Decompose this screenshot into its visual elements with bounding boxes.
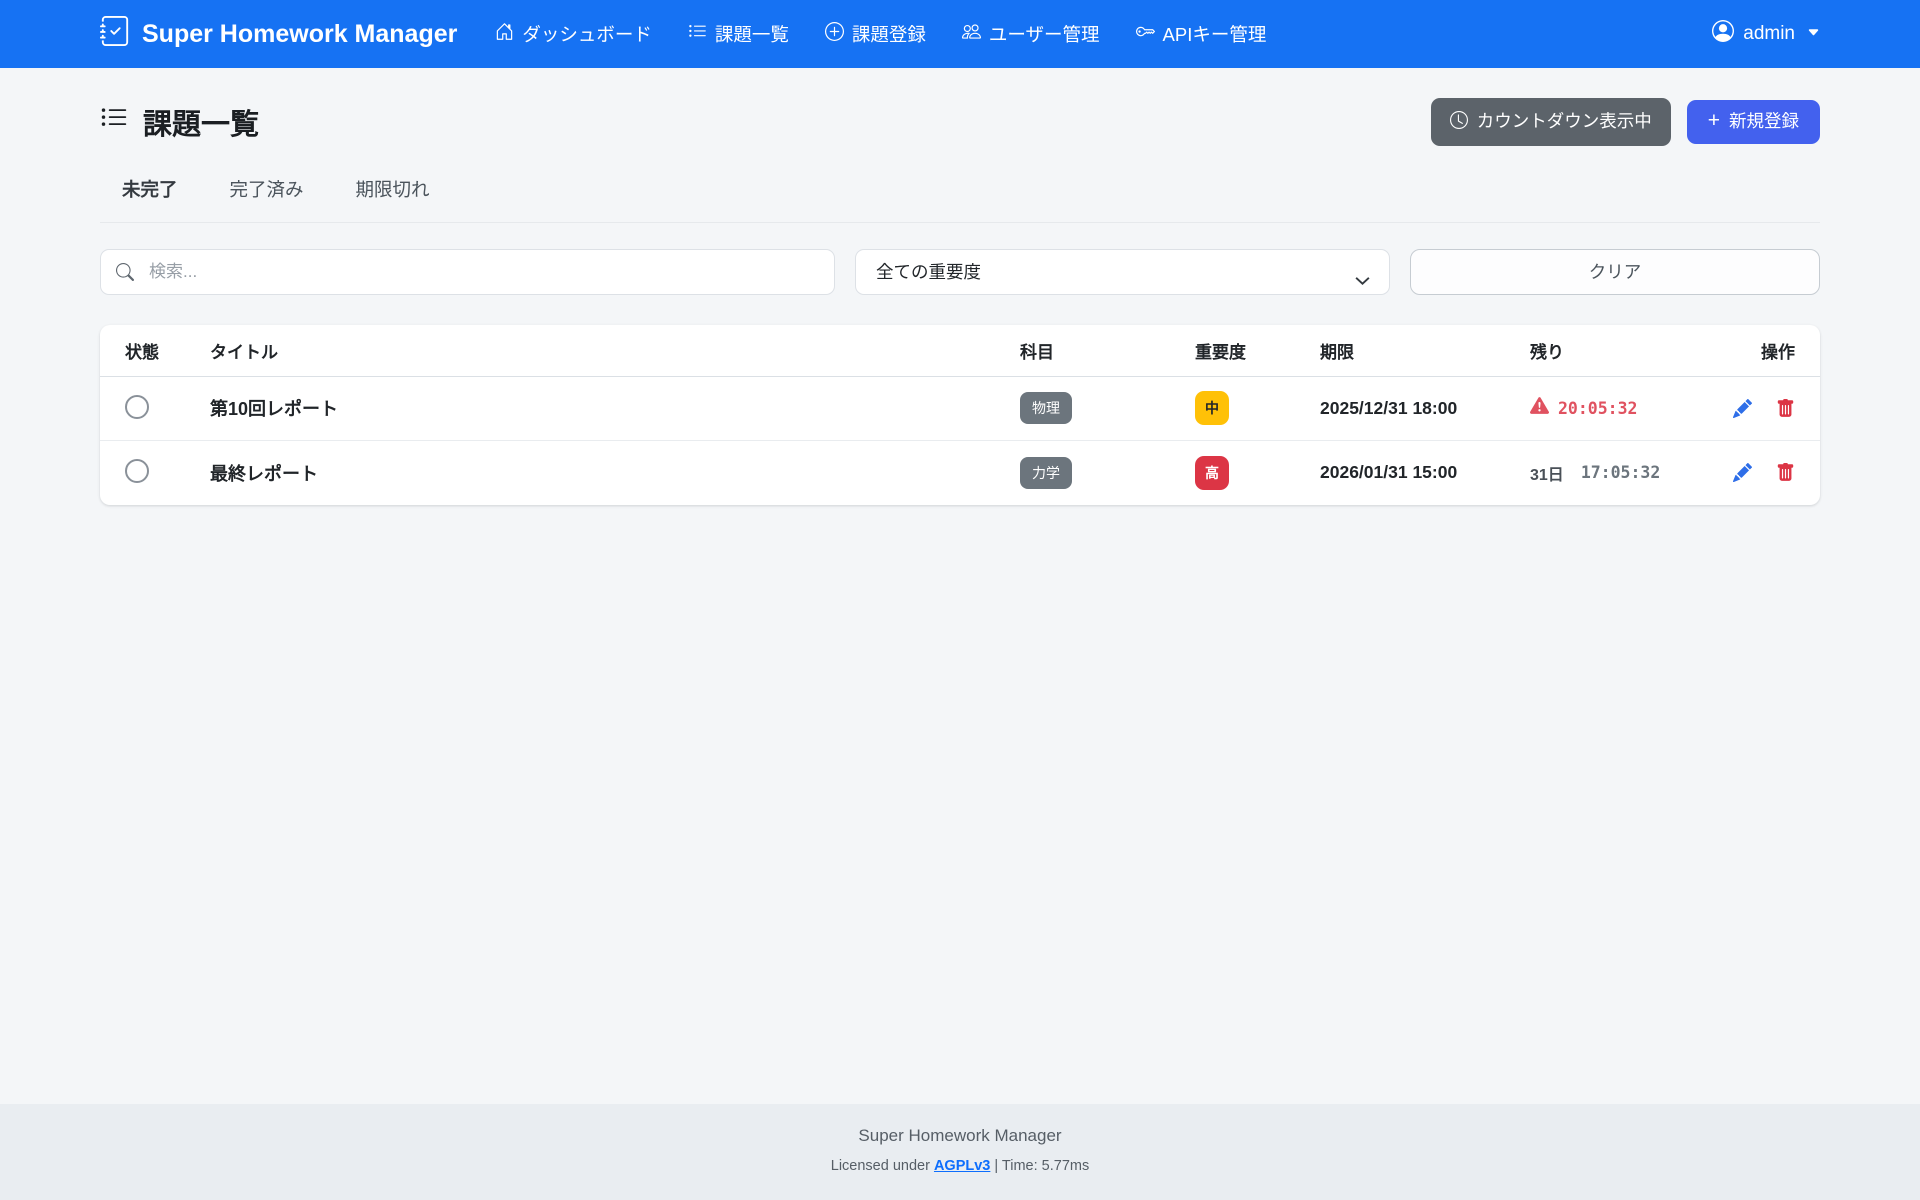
- license-link[interactable]: AGPLv3: [934, 1158, 990, 1174]
- person-circle-icon: [1712, 20, 1734, 48]
- tab-completed[interactable]: 完了済み: [230, 176, 304, 202]
- pencil-icon: [1733, 470, 1752, 485]
- search-input[interactable]: [100, 249, 835, 295]
- countdown-toggle-label: カウントダウン表示中: [1477, 113, 1652, 131]
- task-title: 最終レポート: [210, 460, 1020, 486]
- footer-title: Super Homework Manager: [0, 1126, 1920, 1146]
- column-actions: 操作: [1705, 325, 1795, 376]
- column-subject: 科目: [1020, 325, 1195, 376]
- filter-bar: 全ての重要度 クリア: [100, 249, 1820, 295]
- complete-toggle[interactable]: [125, 395, 149, 419]
- nav-label: APIキー管理: [1163, 21, 1267, 47]
- key-icon: [1136, 22, 1155, 46]
- nav-dashboard[interactable]: ダッシュボード: [495, 21, 652, 47]
- task-table: 状態 タイトル 科目 重要度 期限 残り 操作 第10回レポート 物理 中 20…: [100, 325, 1820, 505]
- column-status: 状態: [125, 325, 210, 376]
- complete-toggle[interactable]: [125, 459, 149, 483]
- pencil-icon: [1733, 406, 1752, 421]
- tab-overdue[interactable]: 期限切れ: [356, 176, 430, 202]
- table-header-row: 状態 タイトル 科目 重要度 期限 残り 操作: [100, 325, 1820, 377]
- journal-check-icon: [100, 16, 130, 53]
- remaining-cell: 31日 17:05:32: [1530, 461, 1705, 485]
- caret-down-icon: [1804, 23, 1820, 45]
- trash-icon: [1776, 470, 1795, 485]
- remaining-days: 31日: [1530, 461, 1564, 485]
- house-icon: [495, 22, 514, 46]
- table-row: 第10回レポート 物理 中 2025/12/31 18:00 20:05:32: [100, 377, 1820, 441]
- nav-label: 課題一覧: [715, 21, 789, 47]
- clock-icon: [1450, 111, 1468, 133]
- importance-badge: 中: [1195, 391, 1229, 425]
- brand[interactable]: Super Homework Manager: [100, 16, 457, 53]
- column-due: 期限: [1320, 325, 1530, 376]
- brand-title: Super Homework Manager: [142, 20, 457, 49]
- nav-api-key-management[interactable]: APIキー管理: [1136, 21, 1267, 47]
- user-name: admin: [1743, 23, 1795, 45]
- new-task-button[interactable]: + 新規登録: [1687, 100, 1820, 144]
- nav-task-register[interactable]: 課題登録: [825, 21, 926, 47]
- nav-label: 課題登録: [852, 21, 926, 47]
- clear-filter-button[interactable]: クリア: [1410, 249, 1820, 295]
- new-task-label: 新規登録: [1729, 113, 1799, 131]
- page-title-text: 課題一覧: [143, 101, 259, 143]
- nav-label: ダッシュボード: [522, 21, 652, 47]
- importance-select[interactable]: 全ての重要度: [855, 249, 1390, 295]
- plus-circle-icon: [825, 22, 844, 46]
- nav-task-list[interactable]: 課題一覧: [688, 21, 789, 47]
- license-suffix: | Time: 5.77ms: [990, 1158, 1089, 1174]
- plus-icon: +: [1708, 113, 1720, 130]
- delete-button[interactable]: [1776, 399, 1795, 418]
- remaining-time: 20:05:32: [1558, 399, 1637, 418]
- due-date: 2026/01/31 15:00: [1320, 462, 1530, 483]
- page-title: 課題一覧: [100, 101, 259, 143]
- trash-icon: [1776, 406, 1795, 421]
- importance-select-value: 全ての重要度: [876, 259, 981, 284]
- edit-button[interactable]: [1733, 463, 1752, 482]
- license-prefix: Licensed under: [831, 1158, 934, 1174]
- subject-badge: 物理: [1020, 392, 1072, 424]
- people-icon: [962, 22, 981, 46]
- user-menu[interactable]: admin: [1712, 20, 1820, 48]
- remaining-time: 17:05:32: [1581, 463, 1660, 482]
- edit-button[interactable]: [1733, 399, 1752, 418]
- remaining-cell: 20:05:32: [1530, 396, 1705, 420]
- nav-label: ユーザー管理: [989, 21, 1100, 47]
- list-icon: [688, 22, 707, 46]
- page-footer: Super Homework Manager Licensed under AG…: [0, 1104, 1920, 1200]
- app-header: Super Homework Manager ダッシュボード 課題一覧 課題登録…: [0, 0, 1920, 68]
- column-title: タイトル: [210, 325, 1020, 376]
- footer-license-line: Licensed under AGPLv3 | Time: 5.77ms: [0, 1158, 1920, 1174]
- column-importance: 重要度: [1195, 325, 1320, 376]
- subject-badge: 力学: [1020, 457, 1072, 489]
- countdown-toggle-button[interactable]: カウントダウン表示中: [1431, 98, 1671, 146]
- delete-button[interactable]: [1776, 463, 1795, 482]
- column-remaining: 残り: [1530, 325, 1705, 376]
- table-row: 最終レポート 力学 高 2026/01/31 15:00 31日 17:05:3…: [100, 441, 1820, 505]
- status-tabs: 未完了 完了済み 期限切れ: [100, 176, 1820, 223]
- due-date: 2025/12/31 18:00: [1320, 398, 1530, 419]
- nav-user-management[interactable]: ユーザー管理: [962, 21, 1100, 47]
- warning-triangle-icon: [1530, 396, 1549, 420]
- tab-incomplete[interactable]: 未完了: [122, 176, 178, 202]
- list-ul-icon: [100, 104, 128, 140]
- main-content: 課題一覧 カウントダウン表示中 + 新規登録 未完了 完了済み 期限切れ 全ての…: [0, 68, 1920, 1104]
- main-nav: ダッシュボード 課題一覧 課題登録 ユーザー管理 APIキー管理: [495, 21, 1266, 47]
- task-title: 第10回レポート: [210, 395, 1020, 421]
- importance-badge: 高: [1195, 456, 1229, 490]
- search-box: [100, 249, 835, 295]
